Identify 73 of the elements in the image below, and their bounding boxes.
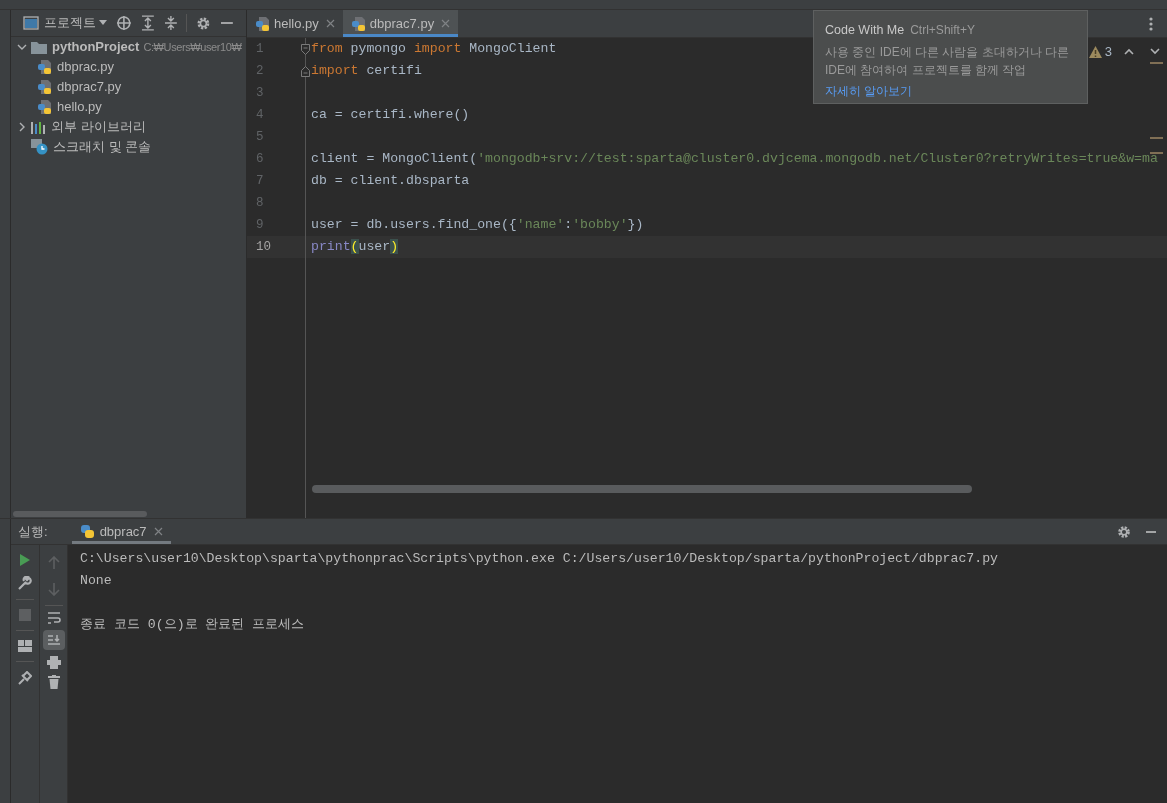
pin-icon[interactable] <box>18 671 32 685</box>
python-file-icon <box>350 15 366 32</box>
chevron-right-icon[interactable] <box>17 122 27 132</box>
tree-item[interactable]: dbprac7.py <box>11 77 246 97</box>
scrollbar[interactable] <box>13 511 147 517</box>
line-number: 8 <box>256 194 264 212</box>
python-file-icon <box>37 99 52 115</box>
file-path: C:₩Users₩user10₩ <box>143 39 242 55</box>
tooltip-description: 사용 중인 IDE에 다른 사람을 초대하거나 다른 IDE에 참여하여 프로젝트를 함께 작업 <box>825 43 1070 79</box>
tree-item[interactable]: pythonProject C:₩Users₩user10₩ <box>11 37 246 57</box>
code-line: ca = certifi.where() <box>311 106 470 125</box>
settings-icon[interactable] <box>196 15 212 31</box>
chevron-up-icon[interactable] <box>1124 48 1134 56</box>
warning-icon <box>1088 45 1102 58</box>
tooltip-title: Code With Me <box>825 22 905 39</box>
window-icon <box>23 16 39 30</box>
code-line: from pymongo import MongoClient <box>311 40 557 59</box>
wrench-icon[interactable] <box>18 576 32 590</box>
warning-count[interactable]: 3 <box>1088 42 1112 62</box>
console-line: None <box>80 572 112 591</box>
tree-item[interactable]: 스크래치 및 콘솔 <box>11 137 246 157</box>
editor-tab[interactable]: dbprac7.py <box>342 10 459 37</box>
run-icon[interactable] <box>19 553 31 567</box>
python-file-icon <box>255 15 270 32</box>
fold-open-icon[interactable] <box>301 43 310 55</box>
learn-more-link[interactable]: 자세히 알아보기 <box>825 81 913 100</box>
line-number: 4 <box>256 106 264 124</box>
tree-item[interactable]: dbprac.py <box>11 57 246 77</box>
line-number: 3 <box>256 84 264 102</box>
console-clock-icon <box>31 139 48 155</box>
console-line: 종료 코드 0(으)로 완료된 프로세스 <box>80 616 305 635</box>
project-view-dropdown[interactable]: 프로젝트 <box>44 13 107 33</box>
run-tab[interactable]: dbprac7 <box>71 519 171 544</box>
caret-icon <box>99 20 107 26</box>
code-line: print(user) <box>311 238 399 257</box>
expand-all-icon[interactable] <box>140 15 155 31</box>
code-line: user = db.users.find_one({'name':'bobby'}) <box>311 216 644 235</box>
folder-icon <box>31 40 47 54</box>
chevron-down-icon[interactable] <box>17 42 27 52</box>
line-number: 1 <box>256 40 264 58</box>
shortcut-label: Ctrl+Shift+Y <box>910 22 975 39</box>
crosshair-icon[interactable] <box>116 15 132 31</box>
line-number: 5 <box>256 128 264 146</box>
scroll-to-end-button[interactable] <box>42 630 65 650</box>
code-line: client = MongoClient('mongodb+srv://test:sparta@cluster0.dvjcema.mongodb.net/Cluster0?retryWrites=true&w=ma <box>311 150 1158 169</box>
python-file-icon <box>37 79 52 95</box>
more-icon[interactable] <box>1149 16 1153 31</box>
tree-item[interactable]: hello.py <box>11 97 246 117</box>
tree-item[interactable]: 외부 라이브러리 <box>11 117 246 137</box>
bar-chart-icon <box>31 120 46 134</box>
fold-close-icon[interactable] <box>301 65 310 77</box>
scroll-to-end-icon <box>46 634 61 646</box>
settings-icon[interactable] <box>1117 524 1131 539</box>
editor-tab[interactable]: hello.py <box>247 10 343 37</box>
line-number: 7 <box>256 172 264 190</box>
python-file-icon <box>37 59 52 75</box>
trash-icon[interactable] <box>47 675 60 689</box>
line-number: 2 <box>256 62 264 80</box>
line-number: 6 <box>256 150 264 168</box>
close-icon[interactable] <box>153 527 163 536</box>
scrollbar[interactable] <box>312 485 972 493</box>
chevron-down-icon[interactable] <box>1150 48 1160 56</box>
line-number: 9 <box>256 216 264 234</box>
soft-wrap-icon[interactable] <box>46 612 61 624</box>
layout-icon[interactable] <box>18 640 32 652</box>
collapse-all-icon[interactable] <box>163 15 178 31</box>
console-line: C:\Users\user10\Desktop\sparta\pythonprac\Scripts\python.exe C:/Users/user10/Desktop/sparta/pythonProject/dbprac7.py <box>80 550 998 569</box>
code-line: import certifi <box>311 62 422 81</box>
python-icon <box>79 524 95 539</box>
line-number: 10 <box>256 238 271 256</box>
code-line: db = client.dbsparta <box>311 172 470 191</box>
close-icon[interactable] <box>325 19 335 28</box>
run-label: 실행: <box>18 522 48 541</box>
